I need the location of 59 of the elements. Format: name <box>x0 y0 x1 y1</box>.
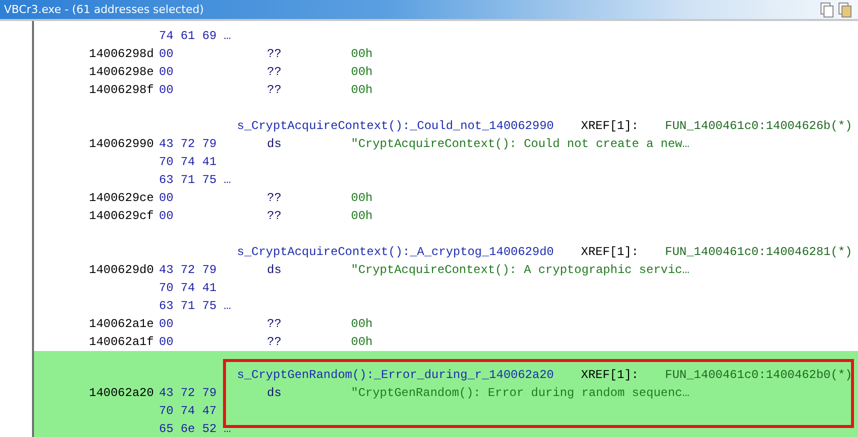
byte-values: 43 72 79 <box>159 263 218 277</box>
operand: 00h <box>351 191 373 205</box>
address: 140062a1f <box>89 335 155 349</box>
copy-icon[interactable] <box>820 2 834 18</box>
byte-values: 70 74 41 <box>159 281 217 295</box>
byte-values: 43 72 79 <box>159 137 218 151</box>
address: 14006298d <box>89 47 155 61</box>
label[interactable]: s_CryptAcquireContext():_A_cryptog_1400629d0 <box>237 245 581 259</box>
address: 1400629cf <box>89 209 155 223</box>
address: 1400629d0 <box>89 263 155 277</box>
byte-values: 00 <box>159 209 174 223</box>
operand: "CryptAcquireContext(): A cryptographic servic… <box>351 263 690 277</box>
byte-values: 00 <box>159 65 174 79</box>
byte-values: 00 <box>159 47 174 61</box>
operand: 00h <box>351 83 373 97</box>
address: 14006298f <box>89 83 155 97</box>
address: 140062a1e <box>89 317 155 331</box>
xref-link[interactable]: FUN_1400461c0:1400462b0(*) <box>665 368 852 382</box>
byte-values: 63 71 75 … <box>159 299 232 313</box>
mnemonic: ?? <box>267 47 282 61</box>
xref-link[interactable]: FUN_1400461c0:140046281(*) <box>665 245 852 259</box>
byte-values: 00 <box>159 317 174 331</box>
byte-values: 65 6e 52 … <box>159 422 232 436</box>
mnemonic: ?? <box>267 65 282 79</box>
byte-values: 43 72 79 <box>159 386 217 400</box>
address: 140062a20 <box>89 386 155 400</box>
xref-link[interactable]: FUN_1400461c0:14004626b(*) <box>665 119 852 133</box>
operand: 00h <box>351 47 373 61</box>
byte-values: 70 74 41 <box>159 155 217 169</box>
window-title: VBCr3.exe - (61 addresses selected) <box>4 3 204 16</box>
mnemonic: ?? <box>267 335 282 349</box>
byte-values: 74 61 69 … <box>159 29 232 43</box>
address: 140062990 <box>89 137 155 151</box>
address: 14006298e <box>89 65 155 79</box>
mnemonic: ?? <box>267 191 282 205</box>
paste-icon[interactable] <box>838 2 852 18</box>
address: 1400629ce <box>89 191 155 205</box>
mnemonic: ?? <box>267 209 282 223</box>
operand: 00h <box>351 335 373 349</box>
operand: "CryptGenRandom(): Error during random sequenc… <box>351 386 690 400</box>
xref-label: XREF[1]: <box>581 245 640 259</box>
xref-label: XREF[1]: <box>581 368 640 382</box>
byte-values: 00 <box>159 83 174 97</box>
byte-values: 00 <box>159 191 174 205</box>
mnemonic: ds <box>267 263 282 277</box>
mnemonic: ds <box>267 386 282 400</box>
operand: 00h <box>351 209 373 223</box>
xref-label: XREF[1]: <box>581 119 640 133</box>
byte-values: 63 71 75 … <box>159 173 232 187</box>
byte-values: 70 74 47 <box>159 404 217 418</box>
label[interactable]: s_CryptAcquireContext():_Could_not_140062990 <box>237 119 581 133</box>
mnemonic: ds <box>267 137 282 151</box>
label[interactable]: s_CryptGenRandom():_Error_during_r_140062a20 <box>237 368 581 382</box>
mnemonic: ?? <box>267 83 282 97</box>
operand: 00h <box>351 317 373 331</box>
operand: "CryptAcquireContext(): Could not create a new… <box>351 137 690 151</box>
operand: 00h <box>351 65 373 79</box>
byte-values: 00 <box>159 335 174 349</box>
mnemonic: ?? <box>267 317 282 331</box>
